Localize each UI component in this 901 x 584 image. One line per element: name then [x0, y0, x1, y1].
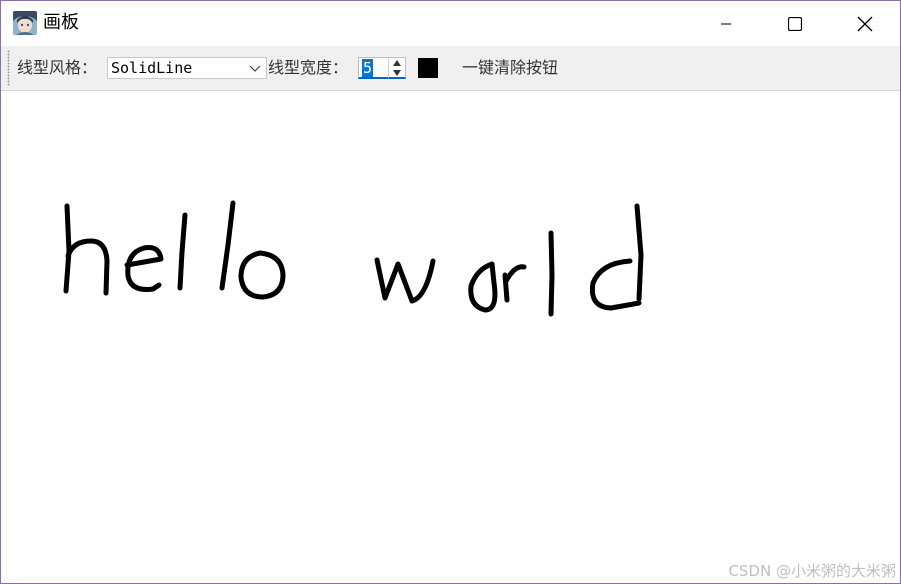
line-style-label: 线型风格：	[17, 58, 98, 77]
spin-buttons	[388, 58, 405, 78]
window-title: 画板	[43, 12, 79, 33]
line-width-value[interactable]: 5	[362, 59, 374, 77]
stroke-w	[374, 257, 436, 304]
maximize-icon	[788, 16, 802, 31]
caret-up-icon	[393, 60, 401, 66]
chevron-down-icon	[249, 65, 261, 72]
drawing-canvas[interactable]: CSDN @小米粥的大米粥	[1, 91, 900, 583]
toolbar-grip-handle[interactable]	[7, 50, 10, 86]
stroke-r	[502, 264, 527, 303]
stroke-e	[124, 245, 164, 292]
csdn-watermark: CSDN @小米粥的大米粥	[728, 562, 896, 580]
clear-all-button[interactable]: 一键清除按钮	[454, 53, 566, 83]
close-icon	[857, 16, 873, 31]
minimize-icon	[721, 23, 731, 24]
caret-down-icon	[393, 70, 401, 76]
handwritten-strokes	[63, 200, 644, 317]
pen-color-button[interactable]	[418, 58, 438, 78]
close-button[interactable]	[830, 1, 900, 46]
toolbar: 线型风格： SolidLine 线型宽度： 5 一键清除按钮	[1, 46, 900, 91]
stroke-l2	[219, 200, 236, 291]
line-width-label: 线型宽度：	[268, 58, 349, 77]
line-width-spinbox[interactable]: 5	[358, 57, 406, 79]
line-style-combobox[interactable]: SolidLine	[107, 57, 267, 79]
avatar-app-icon	[13, 11, 37, 35]
stroke-l3	[548, 230, 555, 317]
title-bar[interactable]: 画板	[1, 1, 900, 46]
stroke-o	[238, 250, 286, 300]
spin-up-button[interactable]	[389, 58, 405, 68]
maximize-button[interactable]	[760, 1, 830, 46]
stroke-o2	[468, 261, 498, 313]
stroke-d	[589, 203, 644, 311]
stroke-h	[63, 203, 110, 296]
stroke-l1	[177, 212, 188, 291]
spin-down-button[interactable]	[389, 68, 405, 78]
line-style-value: SolidLine	[111, 59, 193, 77]
minimize-button[interactable]	[691, 1, 761, 46]
app-window: 画板 线型风格： SolidLine 线型宽度： 5 一键清除按钮 CSDN @…	[0, 0, 901, 584]
